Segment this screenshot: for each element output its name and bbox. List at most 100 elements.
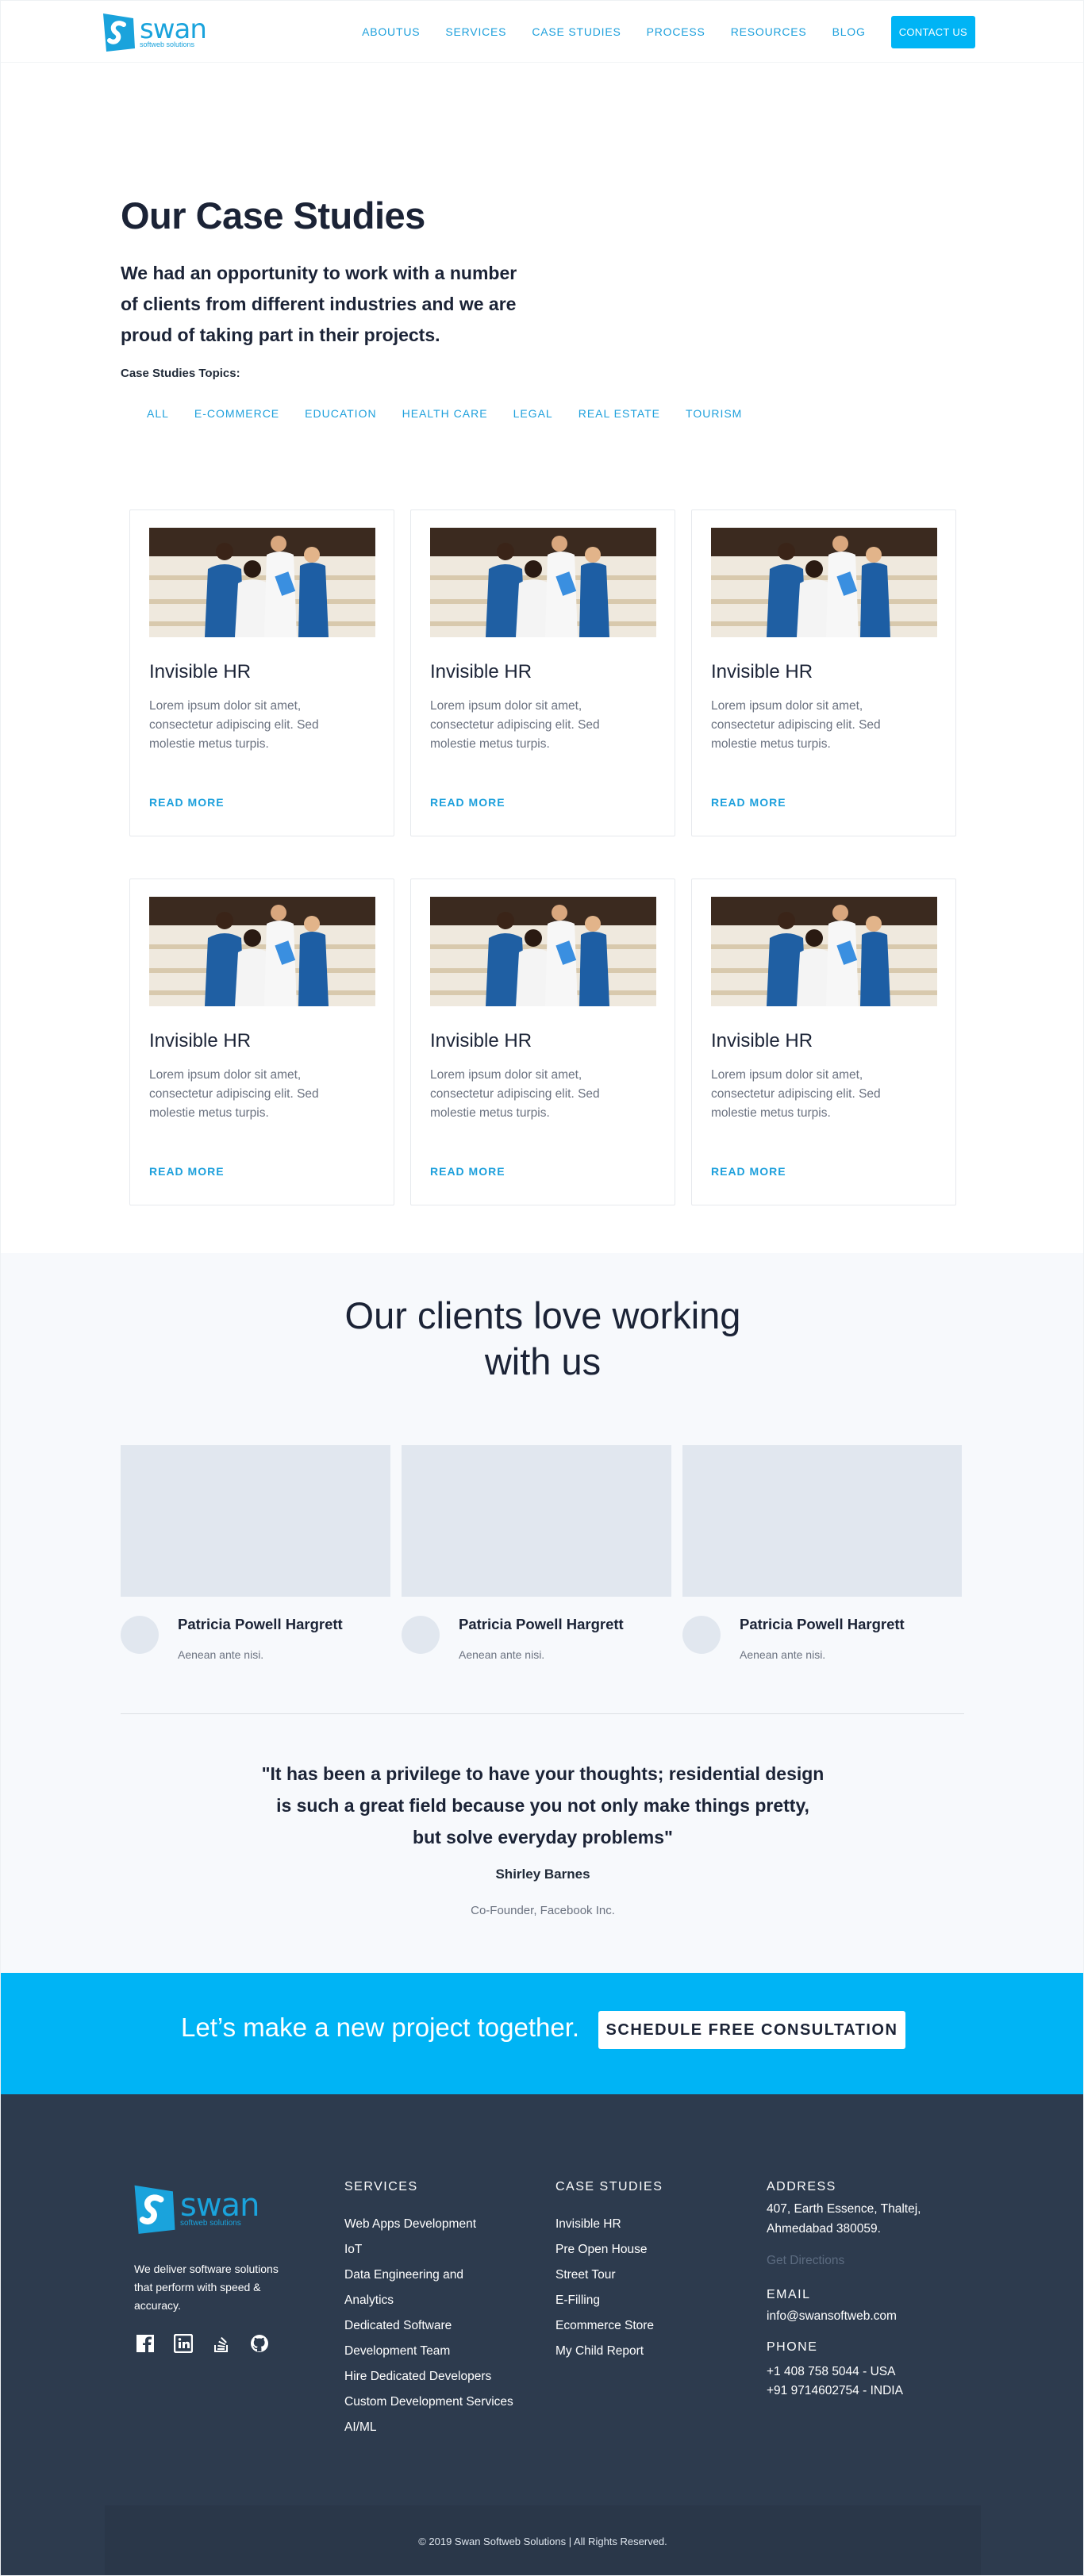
excerpt-line: Lorem ipsum dolor sit amet, bbox=[430, 699, 582, 713]
footer-link[interactable]: IoT bbox=[344, 2237, 513, 2263]
excerpt-line: consectetur adipiscing elit. Sed bbox=[711, 718, 881, 732]
divider bbox=[121, 1713, 964, 1714]
footer-case-studies: CASE STUDIES Invisible HR Pre Open House… bbox=[555, 2180, 663, 2364]
email-link[interactable]: info@swansoftweb.com bbox=[767, 2307, 965, 2326]
footer-link[interactable]: Development Team bbox=[344, 2339, 513, 2364]
social-links bbox=[136, 2333, 288, 2354]
testimonial-cards: Patricia Powell Hargrett Aenean ante nis… bbox=[121, 1445, 973, 1661]
address-text: 407, Earth Essence, Thaltej, Ahmedabad 3… bbox=[767, 2199, 965, 2239]
footer-link[interactable]: Analytics bbox=[344, 2288, 513, 2313]
case-study-title: Invisible HR bbox=[711, 661, 813, 682]
quote-author-role: Co-Founder, Facebook Inc. bbox=[471, 1904, 615, 1917]
footer-logo[interactable]: swan softweb solutions bbox=[133, 2180, 259, 2237]
case-study-image[interactable] bbox=[430, 897, 656, 1006]
hero-lead: We had an opportunity to work with a num… bbox=[121, 258, 597, 351]
filter-legal[interactable]: LEGAL bbox=[513, 407, 553, 420]
desc-line: that perform with speed & bbox=[134, 2281, 261, 2293]
get-directions-link[interactable]: Get Directions bbox=[767, 2248, 965, 2274]
read-more-link[interactable]: READ MORE bbox=[430, 1165, 505, 1178]
footer-link[interactable]: Invisible HR bbox=[555, 2212, 663, 2237]
read-more-link[interactable]: READ MORE bbox=[430, 796, 505, 809]
read-more-link[interactable]: READ MORE bbox=[149, 796, 225, 809]
case-study-image[interactable] bbox=[149, 897, 375, 1006]
footer-link[interactable]: Ecommerce Store bbox=[555, 2313, 663, 2339]
case-study-image[interactable] bbox=[149, 528, 375, 637]
excerpt-line: consectetur adipiscing elit. Sed bbox=[711, 1087, 881, 1101]
filter-tourism[interactable]: TOURISM bbox=[686, 407, 742, 420]
excerpt-line: molestie metus turpis. bbox=[711, 1106, 831, 1120]
footer-link[interactable]: Street Tour bbox=[555, 2263, 663, 2288]
site-footer: swan softweb solutions We deliver softwa… bbox=[1, 2094, 1083, 2575]
footer-logo-text: swan bbox=[180, 2187, 259, 2224]
quote-line: is such a great field because you not on… bbox=[276, 1795, 809, 1816]
nav-blog[interactable]: BLOG bbox=[832, 25, 866, 38]
case-study-card: Invisible HR Lorem ipsum dolor sit amet,… bbox=[410, 509, 675, 836]
case-study-image[interactable] bbox=[711, 528, 937, 637]
footer-heading: EMAIL bbox=[767, 2288, 811, 2301]
nav-case-studies[interactable]: CASE STUDIES bbox=[532, 25, 621, 38]
copyright-bar: © 2019 Swan Softweb Solutions | All Righ… bbox=[105, 2505, 981, 2575]
footer-heading: SERVICES bbox=[344, 2180, 418, 2193]
filter-ecommerce[interactable]: E-COMMERCE bbox=[194, 407, 279, 420]
read-more-link[interactable]: READ MORE bbox=[149, 1165, 225, 1178]
filter-all[interactable]: ALL bbox=[147, 407, 169, 420]
case-study-title: Invisible HR bbox=[430, 1030, 532, 1052]
testimonial-card: Patricia Powell Hargrett Aenean ante nis… bbox=[121, 1445, 390, 1661]
footer-link[interactable]: AI/ML bbox=[344, 2415, 513, 2440]
case-study-image[interactable] bbox=[430, 528, 656, 637]
excerpt-line: molestie metus turpis. bbox=[711, 737, 831, 751]
heading-line: Our clients love working bbox=[344, 1294, 741, 1336]
copyright-text: © 2019 Swan Softweb Solutions | All Righ… bbox=[418, 2535, 667, 2547]
site-header: swan softweb solutions ABOUTUS SERVICES … bbox=[1, 1, 1083, 63]
topic-filters: ALL E-COMMERCE EDUCATION HEALTH CARE LEG… bbox=[147, 407, 767, 420]
footer-link[interactable]: Web Apps Development bbox=[344, 2212, 513, 2237]
stackoverflow-icon[interactable] bbox=[212, 2334, 231, 2353]
case-study-excerpt: Lorem ipsum dolor sit amet, consectetur … bbox=[149, 697, 375, 754]
phone-link[interactable]: +91 9714602754 - INDIA bbox=[767, 2382, 965, 2401]
footer-link[interactable]: My Child Report bbox=[555, 2339, 663, 2364]
testimonial-name: Patricia Powell Hargrett bbox=[740, 1616, 905, 1632]
phone-link[interactable]: +1 408 758 5044 - USA bbox=[767, 2363, 965, 2382]
github-icon[interactable] bbox=[250, 2334, 269, 2353]
excerpt-line: molestie metus turpis. bbox=[430, 737, 550, 751]
nav-process[interactable]: PROCESS bbox=[647, 25, 705, 38]
footer-link[interactable]: Dedicated Software bbox=[344, 2313, 513, 2339]
read-more-link[interactable]: READ MORE bbox=[711, 796, 786, 809]
footer-link[interactable]: Custom Development Services bbox=[344, 2390, 513, 2415]
contact-us-button[interactable]: CONTACT US bbox=[890, 15, 975, 48]
testimonial-image-placeholder bbox=[682, 1445, 962, 1597]
testimonial-role: Aenean ante nisi. bbox=[459, 1648, 545, 1661]
footer-link[interactable]: Data Engineering and bbox=[344, 2263, 513, 2288]
footer-link[interactable]: Pre Open House bbox=[555, 2237, 663, 2263]
footer-heading: PHONE bbox=[767, 2340, 818, 2354]
testimonials-heading: Our clients love working with us bbox=[1, 1293, 1083, 1385]
linkedin-icon[interactable] bbox=[173, 2333, 194, 2354]
footer-link[interactable]: E-Filling bbox=[555, 2288, 663, 2313]
case-study-card: Invisible HR Lorem ipsum dolor sit amet,… bbox=[129, 879, 394, 1205]
filter-health-care[interactable]: HEALTH CARE bbox=[402, 407, 488, 420]
nav-about[interactable]: ABOUTUS bbox=[362, 25, 420, 38]
address-line: 407, Earth Essence, Thaltej, bbox=[767, 2202, 921, 2216]
case-study-image[interactable] bbox=[711, 897, 937, 1006]
testimonial-role: Aenean ante nisi. bbox=[740, 1648, 826, 1661]
footer-link[interactable]: Hire Dedicated Developers bbox=[344, 2364, 513, 2390]
filter-education[interactable]: EDUCATION bbox=[305, 407, 376, 420]
testimonials-section: Our clients love working with us Patrici… bbox=[1, 1253, 1083, 1973]
swan-logo-icon bbox=[103, 13, 135, 52]
read-more-link[interactable]: READ MORE bbox=[711, 1165, 786, 1178]
footer-description: We deliver software solutions that perfo… bbox=[134, 2260, 293, 2315]
nav-services[interactable]: SERVICES bbox=[445, 25, 506, 38]
schedule-consultation-button[interactable]: SCHEDULE FREE CONSULTATION bbox=[598, 2011, 905, 2049]
testimonial-name: Patricia Powell Hargrett bbox=[459, 1616, 624, 1632]
case-study-excerpt: Lorem ipsum dolor sit amet, consectetur … bbox=[430, 697, 655, 754]
facebook-icon[interactable] bbox=[136, 2334, 155, 2353]
filter-real-estate[interactable]: REAL ESTATE bbox=[579, 407, 660, 420]
case-study-card: Invisible HR Lorem ipsum dolor sit amet,… bbox=[410, 879, 675, 1205]
quote-line: but solve everyday problems" bbox=[413, 1827, 673, 1847]
footer-heading: ADDRESS bbox=[767, 2180, 836, 2193]
avatar bbox=[121, 1616, 159, 1654]
testimonial-card: Patricia Powell Hargrett Aenean ante nis… bbox=[682, 1445, 962, 1661]
nav-resources[interactable]: RESOURCES bbox=[731, 25, 807, 38]
case-study-title: Invisible HR bbox=[149, 661, 252, 682]
logo[interactable]: swan softweb solutions bbox=[102, 10, 207, 53]
